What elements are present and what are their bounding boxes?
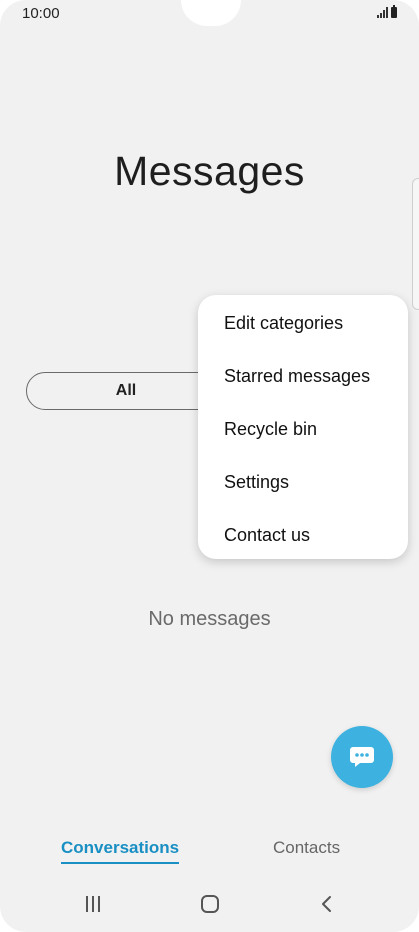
edge-panel-handle[interactable] (412, 178, 419, 310)
menu-item-settings[interactable]: Settings (198, 462, 408, 515)
filter-all-chip[interactable]: All (26, 372, 226, 410)
tab-conversations[interactable]: Conversations (61, 838, 180, 864)
battery-icon (391, 5, 397, 18)
status-icons (377, 5, 397, 18)
chat-bubble-icon (350, 747, 374, 767)
menu-item-recycle-bin[interactable]: Recycle bin (198, 409, 408, 462)
recent-apps-icon (86, 896, 100, 912)
phone-screen: 10:00 Messages All Edit categories Starr… (0, 0, 419, 932)
navigation-bar (0, 880, 419, 932)
home-icon (201, 895, 219, 913)
recent-apps-button[interactable] (84, 894, 102, 919)
menu-item-edit-categories[interactable]: Edit categories (198, 303, 408, 356)
menu-item-contact-us[interactable]: Contact us (198, 515, 408, 568)
page-title: Messages (114, 148, 305, 194)
empty-state-text: No messages (148, 608, 271, 630)
options-menu: Edit categories Starred messages Recycle… (198, 295, 408, 559)
back-icon (322, 896, 331, 912)
home-button[interactable] (199, 894, 221, 919)
compose-button[interactable] (331, 726, 393, 788)
menu-item-starred-messages[interactable]: Starred messages (198, 356, 408, 409)
status-time: 10:00 (22, 5, 60, 22)
signal-icon (377, 7, 388, 18)
tab-contacts[interactable]: Contacts (273, 838, 340, 858)
back-button[interactable] (318, 894, 336, 919)
camera-notch (181, 0, 241, 26)
